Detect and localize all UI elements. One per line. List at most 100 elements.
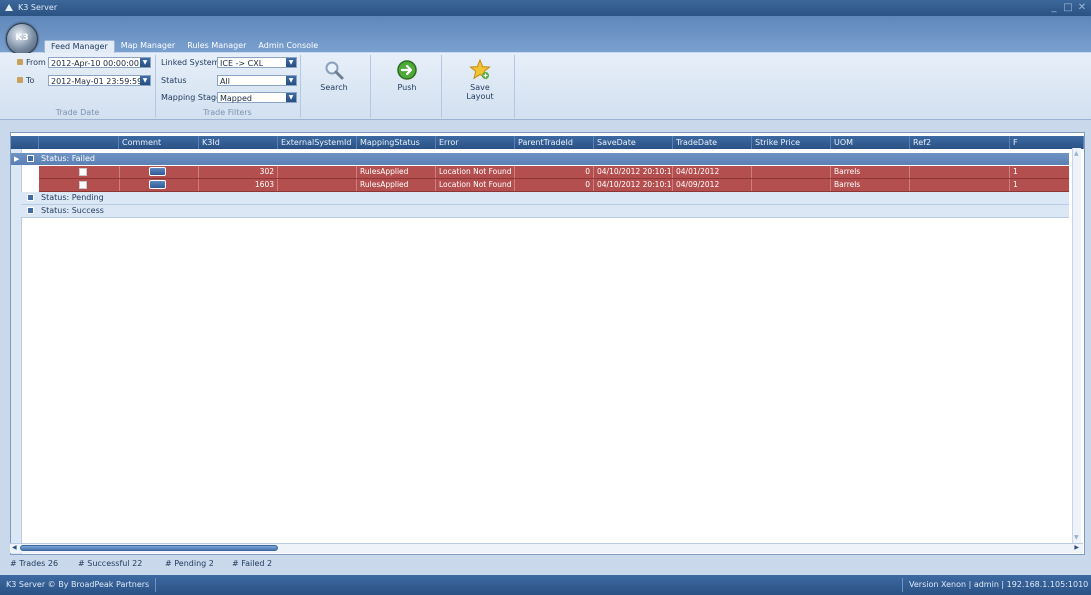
vertical-scrollbar[interactable]: ▲ ▼ bbox=[1072, 148, 1081, 543]
orb-label: K3 bbox=[15, 33, 29, 43]
tab-feed-manager[interactable]: Feed Manager bbox=[44, 40, 115, 53]
cell-k3id: 302 bbox=[199, 166, 278, 178]
chevron-down-icon[interactable]: ▼ bbox=[286, 58, 296, 67]
ribbon-separator bbox=[514, 55, 515, 118]
cell-save-date: 04/10/2012 20:10:18 bbox=[594, 179, 673, 191]
trade-stats-bar: # Trades 26 # Successful 22 # Pending 2 … bbox=[0, 555, 1091, 573]
scroll-right-icon[interactable]: ▶ bbox=[1074, 544, 1079, 551]
scroll-thumb[interactable] bbox=[20, 545, 278, 551]
chevron-down-icon[interactable]: ▼ bbox=[286, 76, 296, 85]
group-row-pending[interactable]: Status: Pending bbox=[21, 192, 1069, 205]
column-header-strike-price[interactable]: Strike Price bbox=[752, 136, 831, 149]
column-header-comment[interactable]: Comment bbox=[119, 136, 199, 149]
chevron-down-icon[interactable]: ▼ bbox=[140, 58, 150, 67]
stat-failed: # Failed 2 bbox=[232, 559, 273, 568]
save-layout-label-line1: Save bbox=[470, 83, 490, 92]
chevron-down-icon[interactable]: ▼ bbox=[140, 76, 150, 85]
column-header-uom[interactable]: UOM bbox=[831, 136, 910, 149]
trades-grid[interactable]: Comment K3Id ExternalSystemId MappingSta… bbox=[10, 132, 1085, 555]
scroll-down-icon[interactable]: ▼ bbox=[1074, 534, 1079, 541]
cell-mapping-status: RulesApplied bbox=[357, 166, 436, 178]
linked-systems-select[interactable]: ICE -> CXL ▼ bbox=[217, 57, 297, 68]
cell-external-system-id bbox=[278, 166, 357, 178]
column-header-k3id[interactable]: K3Id bbox=[199, 136, 278, 149]
cell-external-system-id bbox=[278, 179, 357, 191]
row-pointer-icon: ▶ bbox=[14, 155, 20, 163]
column-header-indicator[interactable] bbox=[11, 136, 39, 149]
cell-ref2 bbox=[910, 166, 1010, 178]
expand-icon[interactable] bbox=[27, 194, 34, 201]
chevron-down-icon[interactable]: ▼ bbox=[286, 93, 296, 102]
cell-comment bbox=[119, 166, 199, 178]
column-header-external-system-id[interactable]: ExternalSystemId bbox=[278, 136, 357, 149]
column-header-ref2[interactable]: Ref2 bbox=[910, 136, 1010, 149]
column-header-select[interactable] bbox=[39, 136, 119, 149]
push-label: Push bbox=[397, 83, 417, 92]
close-button[interactable]: ✕ bbox=[1077, 2, 1087, 13]
group-row-success[interactable]: Status: Success bbox=[21, 205, 1069, 218]
collapse-icon[interactable] bbox=[27, 155, 34, 162]
column-header-error[interactable]: Error bbox=[436, 136, 515, 149]
star-icon bbox=[469, 59, 491, 80]
trade-date-group-label: Trade Date bbox=[55, 108, 100, 117]
window-titlebar: K3 Server _ □ ✕ bbox=[0, 0, 1091, 16]
tab-map-manager[interactable]: Map Manager bbox=[115, 40, 182, 52]
status-copyright: K3 Server © By BroadPeak Partners bbox=[0, 578, 157, 592]
from-date-value: 2012-Apr-10 00:00:00 bbox=[51, 59, 139, 68]
cell-save-date: 04/10/2012 20:10:18 bbox=[594, 166, 673, 178]
column-header-trade-date[interactable]: TradeDate bbox=[673, 136, 752, 149]
row-select-checkbox[interactable] bbox=[79, 168, 87, 176]
row-select-checkbox[interactable] bbox=[79, 181, 87, 189]
window-title: K3 Server bbox=[18, 3, 58, 12]
to-date-value: 2012-May-01 23:59:59 bbox=[51, 77, 143, 86]
push-button[interactable]: Push bbox=[384, 55, 430, 107]
from-date-picker[interactable]: 2012-Apr-10 00:00:00 ▼ bbox=[48, 57, 151, 68]
cell-k3id: 1603 bbox=[199, 179, 278, 191]
arrow-right-circle-icon bbox=[397, 60, 417, 80]
save-layout-label-line2: Layout bbox=[466, 92, 494, 101]
cell-error: Location Not Found bbox=[436, 179, 515, 191]
minimize-button[interactable]: _ bbox=[1049, 2, 1059, 13]
expand-icon[interactable] bbox=[27, 207, 34, 214]
tab-rules-manager[interactable]: Rules Manager bbox=[181, 40, 252, 52]
table-row[interactable]: 1603 RulesApplied Location Not Found 0 0… bbox=[39, 179, 1069, 192]
save-layout-button[interactable]: Save Layout bbox=[457, 55, 503, 107]
column-header-parent-trade-id[interactable]: ParentTradeId bbox=[515, 136, 594, 149]
horizontal-scrollbar[interactable]: ◀ ▶ bbox=[10, 543, 1083, 553]
scroll-left-icon[interactable]: ◀ bbox=[12, 544, 17, 551]
from-label: From bbox=[26, 58, 46, 67]
cell-more: 1 bbox=[1013, 167, 1018, 176]
application-menu-orb[interactable]: K3 bbox=[6, 23, 38, 55]
linked-systems-label: Linked Systems bbox=[161, 58, 224, 67]
group-label-pending: Status: Pending bbox=[41, 193, 104, 202]
search-icon bbox=[325, 61, 344, 80]
mapping-stage-select[interactable]: Mapped ▼ bbox=[217, 92, 297, 103]
tab-admin-console[interactable]: Admin Console bbox=[252, 40, 324, 52]
maximize-button[interactable]: □ bbox=[1063, 2, 1073, 13]
search-label: Search bbox=[320, 83, 348, 92]
table-row[interactable]: 302 RulesApplied Location Not Found 0 04… bbox=[39, 166, 1069, 179]
cell-strike-price bbox=[752, 166, 831, 178]
cell-mapping-status: RulesApplied bbox=[357, 179, 436, 191]
cell-more: 1 bbox=[1013, 180, 1018, 189]
status-connection-info: Version Xenon | admin | 192.168.1.105:10… bbox=[902, 578, 1091, 592]
ribbon-panel: From 2012-Apr-10 00:00:00 ▼ To 2012-May-… bbox=[0, 53, 1091, 120]
trade-filters-group-label: Trade Filters bbox=[203, 108, 252, 117]
mapping-stage-value: Mapped bbox=[220, 94, 252, 103]
column-header-save-date[interactable]: SaveDate bbox=[594, 136, 673, 149]
group-row-failed[interactable]: ▶ Status: Failed bbox=[11, 153, 1069, 165]
scroll-up-icon[interactable]: ▲ bbox=[1074, 150, 1079, 157]
search-button[interactable]: Search bbox=[311, 55, 357, 107]
column-header-mapping-status[interactable]: MappingStatus bbox=[357, 136, 436, 149]
cell-uom: Barrels bbox=[831, 179, 910, 191]
cell-uom: Barrels bbox=[831, 166, 910, 178]
cell-ref2 bbox=[910, 179, 1010, 191]
to-date-picker[interactable]: 2012-May-01 23:59:59 ▼ bbox=[48, 75, 151, 86]
status-bar: K3 Server © By BroadPeak Partners Versio… bbox=[0, 575, 1091, 595]
group-label-success: Status: Success bbox=[41, 206, 104, 215]
from-date-icon bbox=[17, 59, 23, 65]
status-select[interactable]: All ▼ bbox=[217, 75, 297, 86]
status-label: Status bbox=[161, 76, 187, 85]
cell-parent-trade-id: 0 bbox=[515, 166, 594, 178]
group-label-failed: Status: Failed bbox=[41, 154, 95, 163]
